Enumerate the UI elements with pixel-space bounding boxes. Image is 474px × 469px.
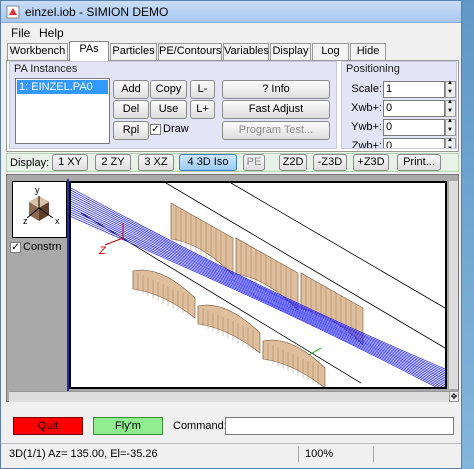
- display-toolbar: Display: 1 XY 2 ZY 3 XZ 4 3D Iso PE Z2D …: [6, 153, 459, 172]
- orient-x-label: x: [55, 216, 60, 226]
- desktop-background: [462, 0, 474, 469]
- command-input[interactable]: [225, 417, 454, 435]
- orientation-cube-icon: y x z: [23, 185, 60, 226]
- l-plus-button[interactable]: L+: [190, 100, 215, 119]
- scale-spinner[interactable]: [445, 80, 456, 98]
- positioning-group: Positioning Scale: 1 Xwb+: 0 Ywb+: 0 Zwb…: [341, 61, 457, 149]
- command-label: Command:: [173, 420, 227, 432]
- vertical-scrollbar[interactable]: [449, 181, 458, 389]
- window-title: einzel.iob - SIMION DEMO: [25, 5, 169, 19]
- draw-label: Draw: [163, 123, 189, 135]
- pan-icon[interactable]: ✥: [449, 391, 459, 402]
- tab-variables[interactable]: Variables: [223, 43, 269, 60]
- flym-button[interactable]: Fly'm: [93, 417, 163, 435]
- tab-strip: Workbench PAs Particles PE/Contours Vari…: [7, 41, 457, 61]
- title-bar: einzel.iob - SIMION DEMO: [1, 1, 461, 23]
- add-button[interactable]: Add: [113, 80, 149, 99]
- einzel-lens-3d-render: Z: [70, 182, 446, 393]
- tab-particles[interactable]: Particles: [110, 43, 157, 60]
- xwb-row: Xwb+: 0: [342, 99, 456, 118]
- print-button[interactable]: Print...: [397, 154, 441, 171]
- status-separator: [298, 446, 299, 462]
- menu-bar: File Help: [1, 24, 461, 41]
- minus-z3d-button[interactable]: -Z3D: [313, 154, 347, 171]
- plus-z3d-button[interactable]: +Z3D: [353, 154, 389, 171]
- simion-app-icon: [6, 5, 20, 19]
- l-minus-button[interactable]: L-: [190, 80, 215, 99]
- zwb-spinner[interactable]: [445, 137, 456, 148]
- ywb-label: Ywb+:: [351, 121, 382, 133]
- pa-instance-list[interactable]: 1: EINZEL.PA0: [15, 78, 110, 144]
- xwb-input[interactable]: 0: [383, 100, 445, 117]
- simion-3d-viewport[interactable]: Z: [69, 181, 447, 393]
- program-test-button[interactable]: Program Test...: [222, 121, 330, 140]
- tab-hide[interactable]: Hide: [350, 43, 386, 60]
- scale-input[interactable]: 1: [383, 81, 445, 98]
- menu-help[interactable]: Help: [39, 26, 64, 40]
- z-axis-label: Z: [98, 245, 107, 257]
- info-button[interactable]: ? Info: [222, 80, 330, 99]
- rpl-button[interactable]: Rpl: [113, 121, 149, 140]
- zwb-input[interactable]: 0: [383, 138, 445, 148]
- ywb-row: Ywb+: 0: [342, 118, 456, 137]
- scale-label: Scale:: [351, 83, 382, 95]
- fast-adjust-voltages-button[interactable]: Fast Adjust Voltages...: [222, 100, 330, 132]
- status-view-info: 3D(1/1) Az= 135.00, El=-35.26: [9, 448, 158, 460]
- display-label: Display:: [10, 157, 50, 169]
- positioning-label: Positioning: [346, 63, 400, 75]
- use-button[interactable]: Use: [150, 100, 187, 119]
- xwb-label: Xwb+:: [351, 102, 382, 114]
- ion-trajectories: [70, 187, 446, 393]
- scale-row: Scale: 1: [342, 80, 456, 99]
- quit-button[interactable]: Quit: [13, 417, 83, 435]
- ywb-spinner[interactable]: [445, 118, 456, 136]
- view-xy-button[interactable]: 1 XY: [52, 154, 88, 171]
- electrode-surfaces: [132, 202, 364, 389]
- status-separator: [373, 446, 374, 462]
- z2d-button[interactable]: Z2D: [279, 154, 307, 171]
- horizontal-scrollbar[interactable]: [9, 391, 449, 402]
- xwb-spinner[interactable]: [445, 99, 456, 117]
- constrn-checkbox[interactable]: ✓: [10, 242, 21, 253]
- app-window: einzel.iob - SIMION DEMO File Help Workb…: [0, 0, 462, 469]
- del-button[interactable]: Del: [113, 100, 149, 119]
- zwb-row: Zwb+: 0: [342, 137, 456, 149]
- menu-file[interactable]: File: [11, 26, 30, 40]
- view-3d-iso-button[interactable]: 4 3D Iso: [179, 154, 237, 171]
- tab-workbench[interactable]: Workbench: [7, 43, 68, 60]
- view-xz-button[interactable]: 3 XZ: [138, 154, 174, 171]
- status-zoom: 100%: [305, 448, 334, 460]
- zwb-label: Zwb+:: [351, 140, 382, 149]
- orient-y-label: y: [35, 185, 40, 195]
- pa-list-item[interactable]: 1: EINZEL.PA0: [17, 80, 108, 94]
- ywb-input[interactable]: 0: [383, 119, 445, 136]
- pa-instances-group: PA Instances 1: EINZEL.PA0 Add Copy L- D…: [9, 61, 337, 149]
- draw-checkbox[interactable]: ✓: [150, 124, 161, 135]
- tab-pe-contours[interactable]: PE/Contours: [158, 43, 222, 60]
- constrn-label: Constrn: [23, 241, 62, 253]
- pa-instances-label: PA Instances: [14, 63, 78, 75]
- copy-button[interactable]: Copy: [150, 80, 187, 99]
- view-zy-button[interactable]: 2 ZY: [95, 154, 131, 171]
- tab-log[interactable]: Log: [312, 43, 349, 60]
- tab-display[interactable]: Display: [270, 43, 311, 60]
- status-bar: 3D(1/1) Az= 135.00, El=-35.26 100%: [1, 443, 461, 463]
- orientation-indicator[interactable]: y x z: [12, 181, 67, 238]
- pe-view-button[interactable]: PE: [243, 154, 265, 171]
- tab-pas[interactable]: PAs: [69, 41, 109, 61]
